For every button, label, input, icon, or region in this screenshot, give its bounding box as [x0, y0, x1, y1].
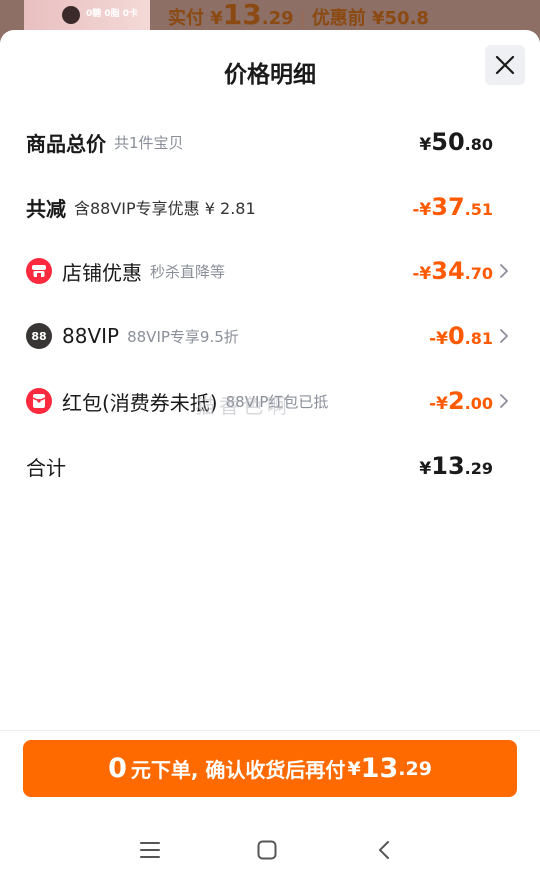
row-shop-discount[interactable]: 店铺优惠 秒杀直降等 -¥ 34.70 — [26, 251, 516, 291]
home-button[interactable] — [247, 830, 287, 870]
row-88vip-discount[interactable]: 88 88VIP 88VIP专享9.5折 -¥ 0.81 — [26, 316, 516, 356]
amount-int: 2 — [447, 387, 465, 415]
background-original-price: 优惠前 ¥50.8 — [311, 8, 429, 29]
footer-divider — [0, 730, 540, 731]
close-button[interactable] — [485, 45, 525, 85]
row-label: 商品总价 — [26, 131, 106, 156]
cta-text: 元下单, 确认收货后再付 — [130, 758, 346, 782]
thumbnail-tag: 0糖 0脂 0卡 — [86, 9, 139, 19]
row-label: 合计 — [26, 455, 66, 480]
row-total-discount: 共减 含88VIP专享优惠 ¥ 2.81 -¥ 37.51 — [26, 187, 516, 227]
close-icon — [495, 55, 515, 75]
red-packet-glyph — [32, 394, 46, 408]
red-packet-icon — [26, 388, 52, 414]
amount-dec: .80 — [464, 135, 493, 154]
amount-symbol: -¥ — [429, 394, 448, 414]
row-amount: ¥13.29 — [419, 446, 493, 486]
row-sub: 共1件宝贝 — [114, 133, 184, 152]
row-total-price: 商品总价 共1件宝贝 ¥50.80 — [26, 122, 516, 162]
row-label: 店铺优惠 — [62, 260, 142, 285]
menu-icon — [140, 842, 160, 858]
cta-price-int: 13 — [360, 753, 399, 784]
row-amount: -¥ 0.81 — [429, 316, 493, 356]
shop-icon-glyph — [32, 265, 46, 277]
cta-zero: 0 — [108, 753, 127, 784]
watermark: 猫香色啊 — [195, 394, 291, 418]
row-amount: -¥ 37.51 — [412, 187, 493, 227]
amount-int: 13 — [431, 452, 465, 480]
amount-symbol: ¥ — [419, 135, 432, 155]
sheet-title: 价格明细 — [224, 62, 316, 88]
back-icon — [379, 841, 389, 859]
amount-symbol: -¥ — [412, 200, 432, 220]
amount-int: 37 — [431, 193, 465, 221]
chevron-right-icon — [500, 394, 508, 408]
cta-symbol: ¥ — [347, 757, 361, 780]
row-sub: 88VIP专享9.5折 — [127, 327, 239, 346]
background-price-dec: .29 — [261, 8, 294, 29]
row-amount: ¥50.80 — [419, 122, 493, 162]
submit-order-button[interactable]: 0 元下单, 确认收货后再付 ¥ 13 .29 — [23, 740, 517, 797]
amount-dec: .81 — [464, 329, 493, 348]
amount-symbol: -¥ — [429, 329, 448, 349]
row-sum: 合计 ¥13.29 — [26, 446, 516, 486]
cta-price-dec: .29 — [398, 757, 432, 780]
row-label: 88VIP — [62, 324, 120, 348]
amount-symbol: -¥ — [412, 264, 432, 284]
amount-dec: .29 — [464, 459, 493, 478]
amount-symbol: ¥ — [419, 459, 432, 479]
amount-dec: .51 — [464, 200, 493, 219]
background-price-prefix: 实付 ¥ — [168, 8, 223, 29]
row-label: 共减 — [26, 196, 66, 221]
background-price: 实付 ¥13.29 | 优惠前 ¥50.8 — [168, 0, 429, 31]
row-amount: -¥ 2.00 — [429, 381, 493, 421]
chevron-right-icon — [500, 329, 508, 343]
thumbnail-face — [62, 6, 80, 24]
back-button[interactable] — [365, 830, 405, 870]
row-sub: 含88VIP专享优惠 ¥ 2.81 — [74, 199, 256, 218]
amount-dec: .70 — [464, 264, 493, 283]
home-icon — [257, 840, 277, 860]
background-separator: | — [299, 8, 306, 29]
amount-int: 0 — [447, 322, 465, 350]
row-amount: -¥ 34.70 — [412, 251, 493, 291]
vip-88-icon: 88 — [26, 323, 52, 349]
background-price-int: 13 — [222, 0, 262, 31]
menu-button[interactable] — [130, 830, 170, 870]
price-detail-sheet: 价格明细 商品总价 共1件宝贝 ¥50.80 共减 含88VIP专享优惠 ¥ 2… — [0, 30, 540, 883]
amount-int: 34 — [431, 257, 465, 285]
amount-int: 50 — [431, 128, 465, 156]
row-sub: 秒杀直降等 — [150, 262, 226, 281]
system-nav-bar — [0, 820, 540, 880]
shop-icon — [26, 258, 52, 284]
chevron-right-icon — [500, 264, 508, 278]
amount-dec: .00 — [464, 394, 493, 413]
